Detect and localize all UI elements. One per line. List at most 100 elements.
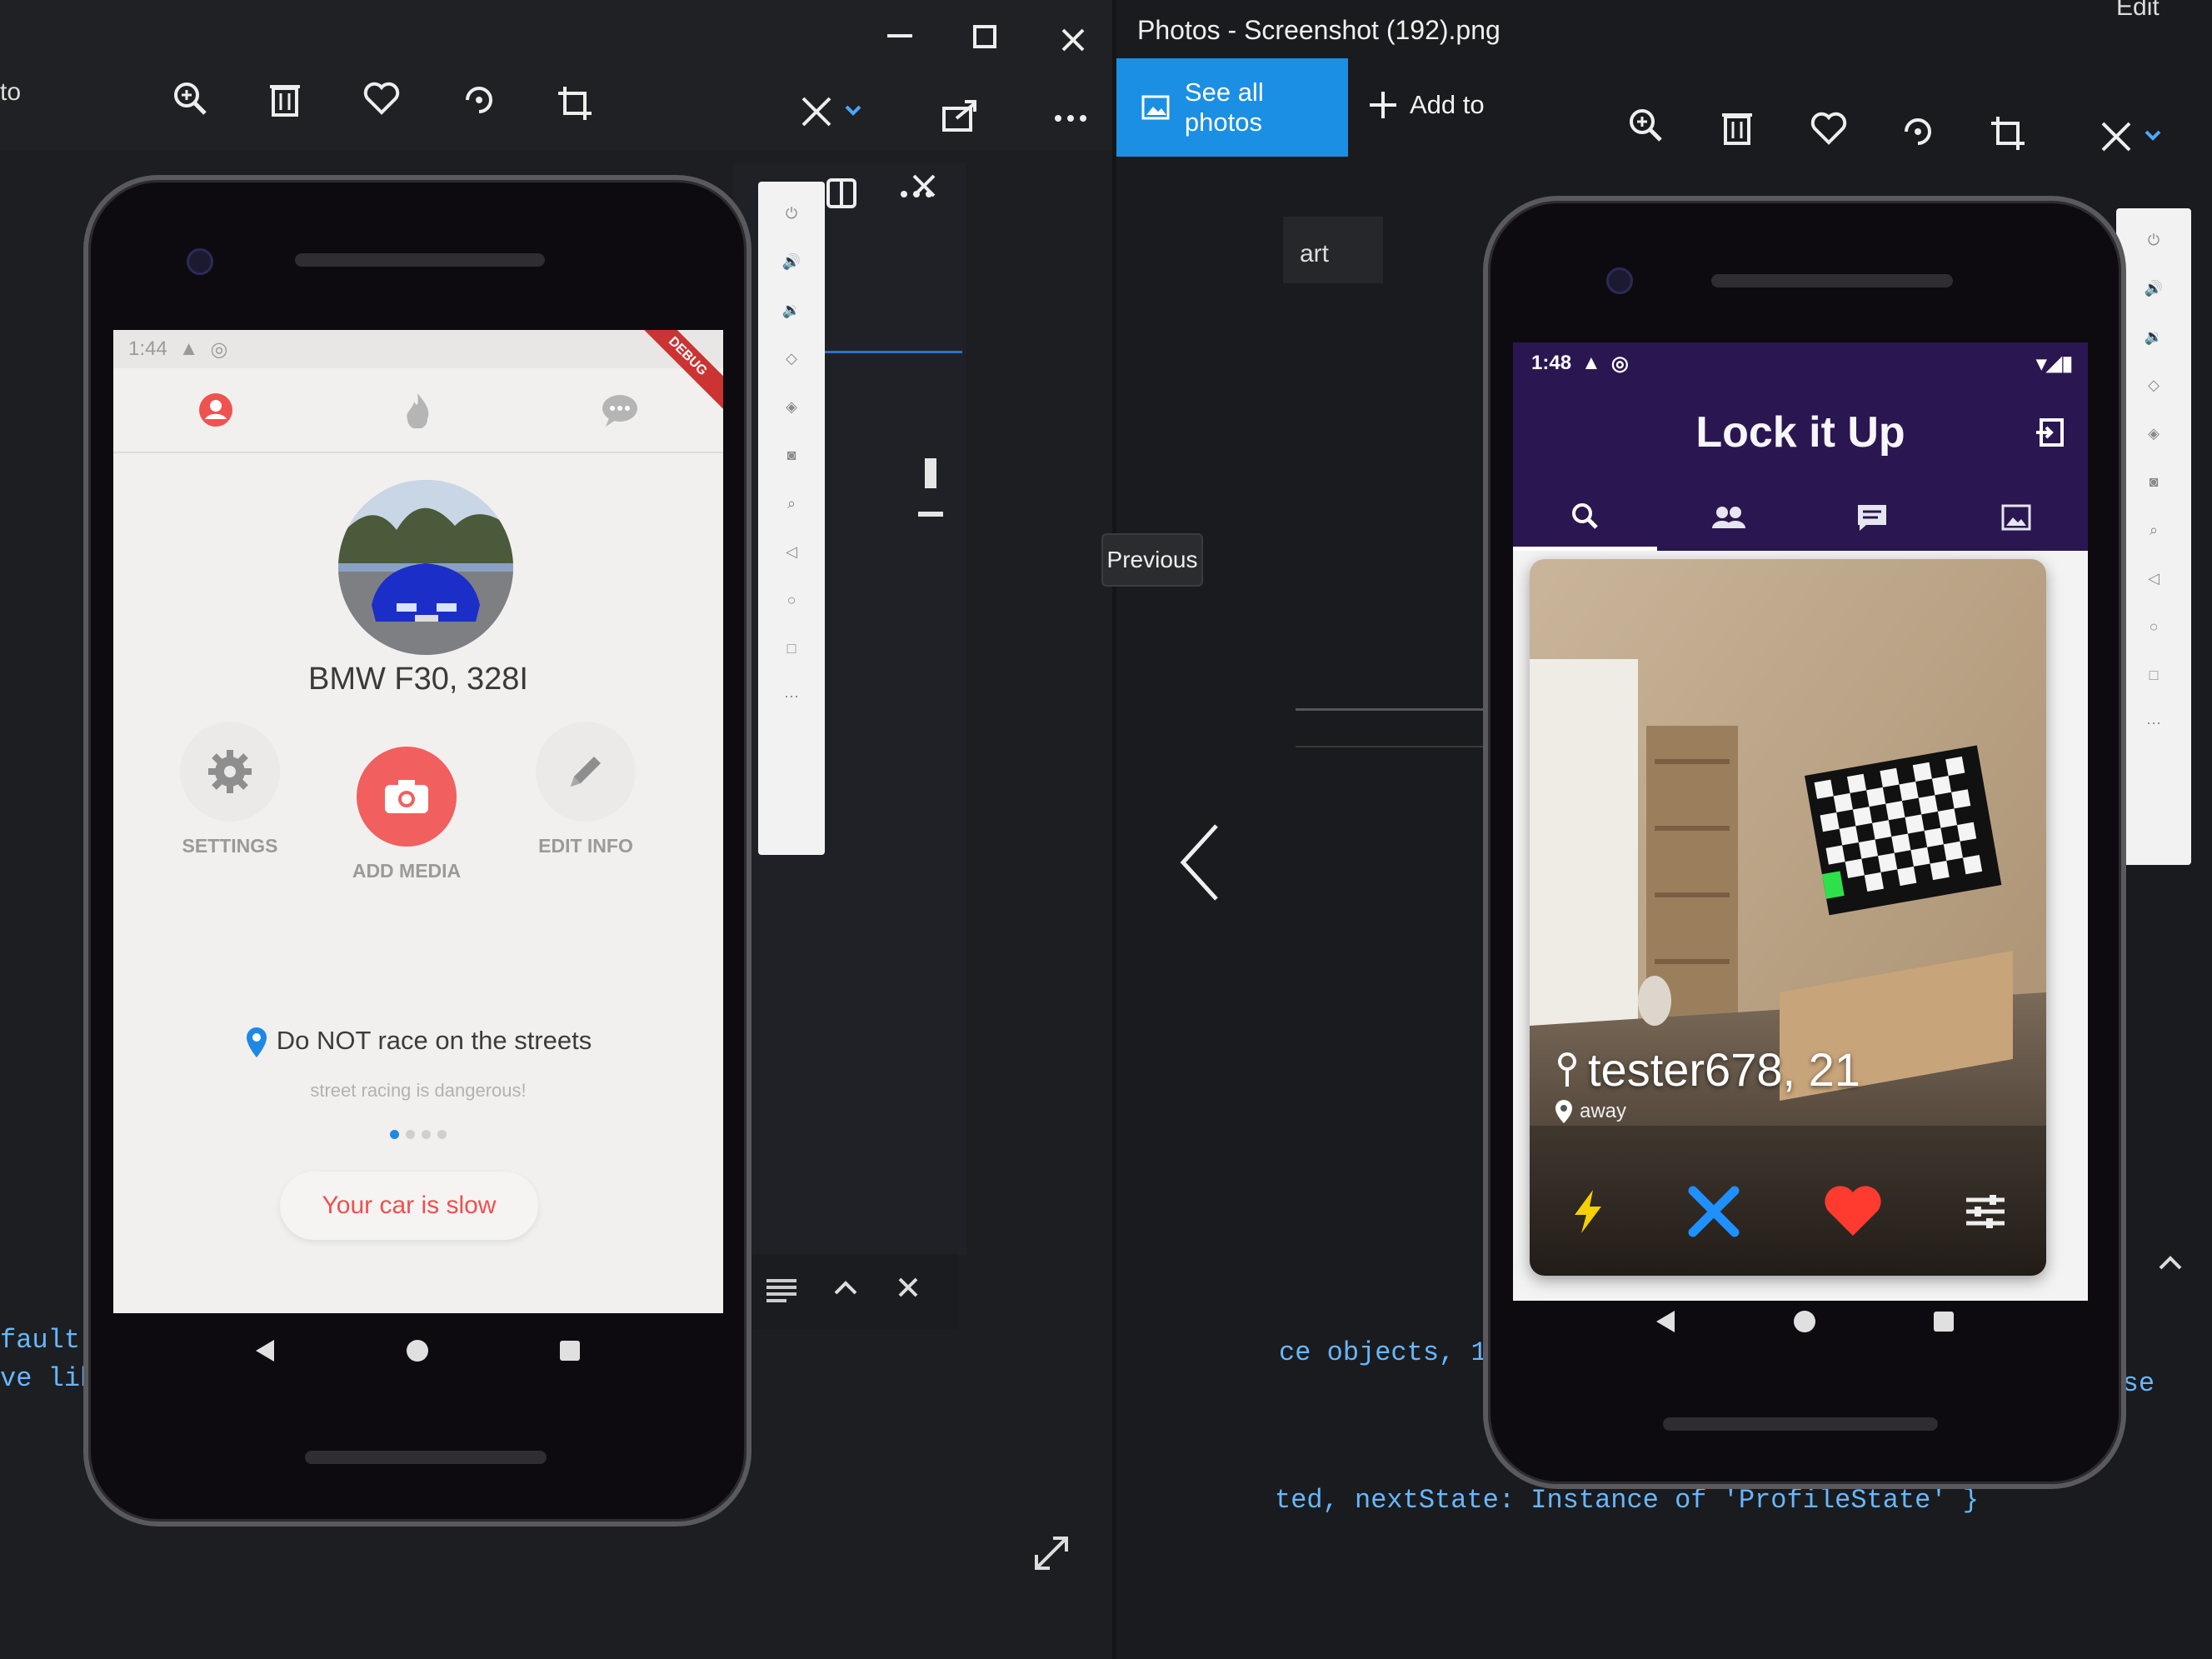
- volume-down-icon[interactable]: 🔉: [2145, 328, 2163, 346]
- volume-up-icon[interactable]: 🔊: [2145, 280, 2163, 297]
- list-icon[interactable]: [766, 1279, 796, 1302]
- tab-search[interactable]: [1513, 484, 1657, 551]
- search-icon: [1572, 502, 1599, 529]
- rotate-icon[interactable]: [454, 75, 504, 125]
- close-emulator-icon[interactable]: [911, 173, 936, 198]
- overview-icon[interactable]: □: [2150, 667, 2159, 684]
- tab-chat[interactable]: [1800, 484, 1945, 551]
- zoom-icon[interactable]: ⌕: [787, 495, 796, 512]
- left-toolbar: to: [0, 0, 1112, 150]
- maximize-icon[interactable]: [960, 12, 1010, 62]
- more-icon[interactable]: [1046, 93, 1096, 143]
- close-window-icon[interactable]: [1048, 15, 1098, 65]
- slow-car-button[interactable]: Your car is slow: [280, 1172, 538, 1240]
- resize-icon[interactable]: [1031, 1533, 1071, 1573]
- profile-card[interactable]: tester678, 21 away: [1530, 559, 2046, 1276]
- settings-action[interactable]: SETTINGS: [163, 722, 297, 857]
- delete-icon[interactable]: [260, 73, 310, 123]
- add-media-label: ADD MEDIA: [352, 860, 462, 882]
- chevron-left-icon: [1180, 824, 1218, 901]
- page-dot[interactable]: [390, 1130, 399, 1139]
- favorite-icon[interactable]: [1804, 103, 1854, 153]
- volume-down-icon[interactable]: 🔉: [782, 302, 801, 319]
- crop-icon[interactable]: [1983, 108, 2033, 158]
- rotate-left-icon[interactable]: ◇: [2148, 377, 2160, 394]
- home-icon[interactable]: ○: [787, 592, 796, 609]
- more-options-icon[interactable]: ⋯: [2146, 715, 2161, 732]
- edit-info-circle[interactable]: [536, 722, 636, 822]
- editor-tab-label[interactable]: art: [1300, 240, 1329, 268]
- left-emulator-controls: ⏻ 🔊 🔉 ◇ ◈ ◙ ⌕ ◁ ○ □ ⋯: [758, 182, 825, 855]
- overview-icon[interactable]: □: [787, 640, 796, 657]
- nav-back-icon[interactable]: [252, 1338, 277, 1363]
- power-icon[interactable]: ⏻: [2148, 232, 2160, 249]
- volume-up-icon[interactable]: 🔊: [782, 253, 801, 271]
- rotate-right-icon[interactable]: ◈: [2148, 425, 2160, 442]
- heart-icon[interactable]: [1821, 1184, 1885, 1239]
- home-icon[interactable]: ○: [2150, 618, 2159, 636]
- tab-messages[interactable]: [601, 393, 639, 427]
- code-line: ce objects, 11: [1279, 1337, 1503, 1368]
- page-dot[interactable]: [437, 1130, 447, 1139]
- chat-icon: [602, 395, 637, 427]
- top-tabs: [113, 368, 723, 453]
- profile-name-text: tester678, 21: [1588, 1043, 1860, 1096]
- more-options-icon[interactable]: ⋯: [784, 688, 799, 706]
- favorite-icon[interactable]: [357, 73, 407, 123]
- zoom-in-icon[interactable]: [1620, 100, 1670, 150]
- logout-icon[interactable]: [2035, 417, 2065, 447]
- tab-gallery[interactable]: [1945, 484, 2089, 551]
- car-avatar[interactable]: [338, 480, 513, 655]
- edit-info-action[interactable]: EDIT INFO: [515, 722, 657, 857]
- settings-label: SETTINGS: [182, 835, 278, 857]
- zoom-in-icon[interactable]: [165, 73, 215, 123]
- nav-recents-icon[interactable]: [557, 1338, 582, 1363]
- bolt-icon[interactable]: [1570, 1188, 1606, 1235]
- edit-fragment[interactable]: Edit: [2116, 0, 2160, 22]
- see-all-photos-button[interactable]: See all photos: [1116, 58, 1348, 157]
- chevron-up-icon[interactable]: [833, 1279, 858, 1296]
- nav-recents-icon[interactable]: [1931, 1309, 1956, 1334]
- close-icon[interactable]: [1686, 1184, 1741, 1239]
- delete-icon[interactable]: [1712, 102, 1762, 152]
- share-icon[interactable]: [935, 90, 985, 140]
- status-time: 1:44: [128, 337, 167, 360]
- profile-name: tester678, 21: [1555, 1042, 1860, 1097]
- nav-home-icon[interactable]: [1792, 1309, 1817, 1334]
- crop-icon[interactable]: [550, 78, 600, 128]
- power-icon[interactable]: ⏻: [786, 205, 797, 222]
- tab-people[interactable]: [1657, 484, 1801, 551]
- minimize-icon[interactable]: [875, 12, 925, 62]
- close-panel-icon[interactable]: [898, 1277, 918, 1297]
- zoom-icon[interactable]: ⌕: [2150, 522, 2158, 539]
- previous-button[interactable]: [1175, 821, 1225, 904]
- back-icon[interactable]: ◁: [786, 543, 797, 561]
- add-to-button[interactable]: Add to: [1368, 90, 1485, 120]
- tune-icon[interactable]: [1965, 1193, 2006, 1230]
- right-phone-speaker: [1711, 274, 1953, 287]
- add-media-action[interactable]: ADD MEDIA: [340, 747, 473, 882]
- rotate-icon[interactable]: [1893, 107, 1943, 157]
- page-dot[interactable]: [406, 1130, 415, 1139]
- split-view-icon[interactable]: [826, 178, 856, 208]
- screenshot-icon[interactable]: ◙: [787, 447, 796, 464]
- nav-back-icon[interactable]: [1653, 1309, 1678, 1334]
- back-icon[interactable]: ◁: [2148, 570, 2160, 587]
- chevron-up-icon[interactable]: [2158, 1254, 2183, 1271]
- tab-profile[interactable]: [197, 392, 234, 428]
- screenshot-icon[interactable]: ◙: [2150, 473, 2159, 491]
- tab-discover[interactable]: [402, 392, 432, 428]
- edit-info-label: EDIT INFO: [538, 835, 633, 857]
- tip-subtitle: street racing is dangerous!: [310, 1080, 527, 1101]
- left-title-fragment: to: [0, 78, 22, 106]
- rotate-right-icon[interactable]: ◈: [786, 398, 797, 416]
- edit-icon[interactable]: [791, 87, 875, 137]
- signal-battery-icon: ▾◢▮: [2036, 352, 2073, 375]
- gear-icon: [208, 750, 252, 793]
- add-media-circle[interactable]: [357, 747, 457, 847]
- nav-home-icon[interactable]: [405, 1338, 430, 1363]
- edit-icon[interactable]: [2091, 112, 2175, 162]
- page-dot[interactable]: [422, 1130, 431, 1139]
- settings-circle[interactable]: [180, 722, 280, 822]
- rotate-left-icon[interactable]: ◇: [786, 350, 797, 367]
